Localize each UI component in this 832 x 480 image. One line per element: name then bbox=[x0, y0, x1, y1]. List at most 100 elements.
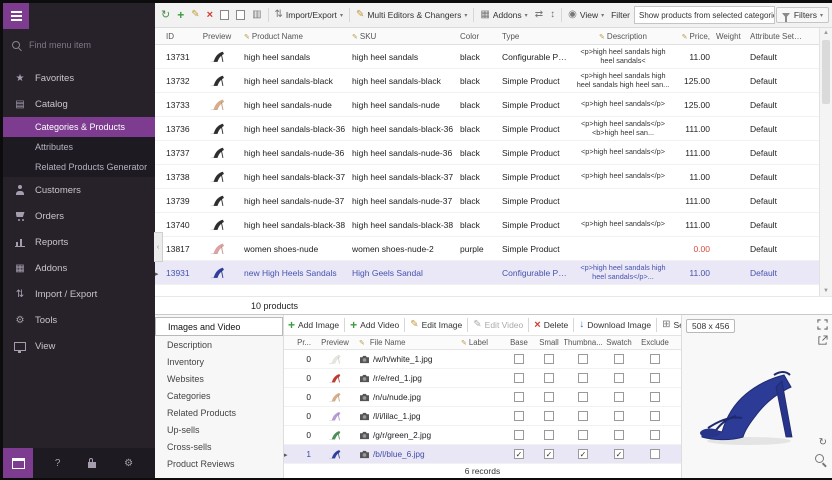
rotate-icon[interactable]: ↻ bbox=[819, 437, 827, 448]
detail-tab[interactable]: Product Reviews bbox=[155, 455, 283, 472]
thumbnail-checkbox[interactable] bbox=[578, 430, 588, 440]
scrollbar-thumb[interactable] bbox=[822, 40, 830, 104]
product-row[interactable]: 13931 new High Heels Sandals High Geels … bbox=[155, 261, 820, 285]
add-product-button[interactable]: + bbox=[174, 6, 187, 24]
product-row[interactable]: 13817 women shoes-nude women shoes-nude-… bbox=[155, 237, 820, 261]
thumbnail-checkbox[interactable] bbox=[578, 392, 588, 402]
add-video-button[interactable]: +Add Video bbox=[350, 319, 399, 331]
help-button[interactable]: ? bbox=[55, 458, 61, 469]
small-checkbox[interactable] bbox=[544, 392, 554, 402]
image-row[interactable]: 0 /r/e/red_1.jpg bbox=[284, 369, 681, 388]
small-checkbox[interactable] bbox=[544, 411, 554, 421]
delete-image-button[interactable]: ×Delete bbox=[534, 320, 568, 331]
sidebar-item-attributes[interactable]: Attributes bbox=[3, 137, 155, 157]
column-header-sku[interactable]: ✎SKU bbox=[349, 32, 457, 41]
refresh-button[interactable]: ↻ bbox=[158, 6, 173, 24]
detail-tab[interactable]: Images and Video bbox=[155, 317, 283, 336]
sidebar-item-catalog[interactable]: ▤ Catalog bbox=[3, 91, 155, 117]
filters-button[interactable]: Filters ▾ bbox=[776, 7, 829, 23]
detail-tab[interactable]: Cross-sells bbox=[155, 438, 283, 455]
base-checkbox[interactable] bbox=[514, 449, 524, 459]
column-header-thumbnail[interactable]: Thumbna... bbox=[564, 338, 602, 347]
open-external-icon[interactable] bbox=[817, 335, 828, 346]
column-header-small[interactable]: Small bbox=[534, 338, 564, 347]
sidebar-item-view[interactable]: View bbox=[3, 333, 155, 359]
detail-tab[interactable]: Related Products bbox=[155, 404, 283, 421]
column-header-attribute-set[interactable]: Attribute Set Name bbox=[747, 32, 807, 41]
scroll-down-arrow[interactable]: ▼ bbox=[820, 286, 832, 296]
product-row[interactable]: 13739 high heel sandals-nude-37 high hee… bbox=[155, 189, 820, 213]
sidebar-item-favorites[interactable]: ★ Favorites bbox=[3, 65, 155, 91]
column-header-base[interactable]: Base bbox=[504, 338, 534, 347]
exclude-checkbox[interactable] bbox=[650, 430, 660, 440]
settings-button[interactable]: ⚙ bbox=[124, 458, 133, 469]
fullscreen-icon[interactable] bbox=[817, 319, 828, 330]
search-input[interactable] bbox=[27, 39, 131, 51]
sidebar-item-orders[interactable]: Orders bbox=[3, 203, 155, 229]
sidebar-item-import-export[interactable]: ⇅ Import / Export bbox=[3, 281, 155, 307]
column-header-weight[interactable]: Weight bbox=[713, 32, 747, 41]
detail-tab[interactable]: Description bbox=[155, 336, 283, 353]
product-row[interactable]: 13740 high heel sandals-black-38 high he… bbox=[155, 213, 820, 237]
column-header-price[interactable]: ✎Price, bbox=[675, 32, 713, 41]
column-header-exclude[interactable]: Exclude bbox=[636, 338, 674, 347]
thumbnail-checkbox[interactable] bbox=[578, 373, 588, 383]
swatch-checkbox[interactable] bbox=[614, 411, 624, 421]
sidebar-item-addons[interactable]: ▦ Addons bbox=[3, 255, 155, 281]
edit-image-button[interactable]: ✎Edit Image bbox=[410, 320, 462, 330]
import-export-menu[interactable]: ⇅ Import/Export ▾ bbox=[272, 6, 346, 24]
column-header-id[interactable]: ID bbox=[163, 32, 193, 41]
swap-columns-button[interactable]: ⇄ bbox=[532, 6, 546, 24]
image-row[interactable]: 0 /l/i/lilac_1.jpg bbox=[284, 407, 681, 426]
sidebar-collapse-handle[interactable]: ‹ bbox=[154, 232, 163, 262]
image-row[interactable]: 0 /g/r/green_2.jpg bbox=[284, 426, 681, 445]
download-image-button[interactable]: ↓Download Image bbox=[579, 320, 651, 330]
product-row[interactable]: 13733 high heel sandals-nude high heel s… bbox=[155, 93, 820, 117]
sidebar-item-tools[interactable]: ⚙ Tools bbox=[3, 307, 155, 333]
sidebar-item-categories-products[interactable]: Categories & Products bbox=[3, 117, 155, 137]
small-checkbox[interactable] bbox=[544, 449, 554, 459]
copy-button[interactable] bbox=[217, 6, 232, 24]
swatch-checkbox[interactable] bbox=[614, 392, 624, 402]
detail-tab[interactable]: Up-sells bbox=[155, 421, 283, 438]
column-header-swatch[interactable]: Swatch bbox=[602, 338, 636, 347]
product-row[interactable]: 13732 high heel sandals-black high heel … bbox=[155, 69, 820, 93]
column-header-color[interactable]: Color bbox=[457, 32, 499, 41]
exclude-checkbox[interactable] bbox=[650, 373, 660, 383]
image-row[interactable]: 0 /n/u/nude.jpg bbox=[284, 388, 681, 407]
product-row[interactable]: 13737 high heel sandals-nude-36 high hee… bbox=[155, 141, 820, 165]
exclude-checkbox[interactable] bbox=[650, 392, 660, 402]
thumbnail-checkbox[interactable] bbox=[578, 354, 588, 364]
column-header-preview[interactable]: Preview bbox=[193, 32, 241, 41]
exclude-checkbox[interactable] bbox=[650, 449, 660, 459]
column-header-preview[interactable]: Preview bbox=[314, 338, 356, 347]
base-checkbox[interactable] bbox=[514, 430, 524, 440]
columns-button[interactable]: ▥ bbox=[249, 6, 264, 24]
paste-button[interactable] bbox=[233, 6, 248, 24]
set-resize-rule-button[interactable]: ⊞Set Resize Rule▾ bbox=[662, 320, 681, 330]
column-header-position[interactable]: Pr... bbox=[294, 338, 314, 347]
image-row[interactable]: 1 /b/l/blue_6.jpg bbox=[284, 445, 681, 464]
image-row[interactable]: 0 /w/h/white_1.jpg bbox=[284, 350, 681, 369]
swatch-checkbox[interactable] bbox=[614, 430, 624, 440]
scroll-up-arrow[interactable]: ▲ bbox=[820, 28, 832, 38]
add-image-button[interactable]: +Add Image bbox=[288, 319, 339, 331]
category-filter-select[interactable]: Show products from selected categories ▾ bbox=[634, 6, 775, 24]
store-button[interactable] bbox=[3, 448, 33, 478]
vertical-scrollbar[interactable]: ▲ ▼ bbox=[819, 28, 832, 296]
exclude-checkbox[interactable] bbox=[650, 354, 660, 364]
base-checkbox[interactable] bbox=[514, 411, 524, 421]
small-checkbox[interactable] bbox=[544, 373, 554, 383]
sort-button[interactable]: ↕ bbox=[547, 6, 558, 24]
swatch-checkbox[interactable] bbox=[614, 354, 624, 364]
product-row[interactable]: 13736 high heel sandals-black-36 high he… bbox=[155, 117, 820, 141]
delete-product-button[interactable]: × bbox=[204, 6, 216, 24]
swatch-checkbox[interactable] bbox=[614, 373, 624, 383]
view-menu[interactable]: ◉ View ▾ bbox=[565, 6, 607, 24]
multi-editors-menu[interactable]: ✎ Multi Editors & Changers ▾ bbox=[353, 6, 470, 24]
column-header-product-name[interactable]: ✎Product Name bbox=[241, 32, 349, 41]
swatch-checkbox[interactable] bbox=[614, 449, 624, 459]
thumbnail-checkbox[interactable] bbox=[578, 411, 588, 421]
small-checkbox[interactable] bbox=[544, 430, 554, 440]
sidebar-item-customers[interactable]: Customers bbox=[3, 177, 155, 203]
